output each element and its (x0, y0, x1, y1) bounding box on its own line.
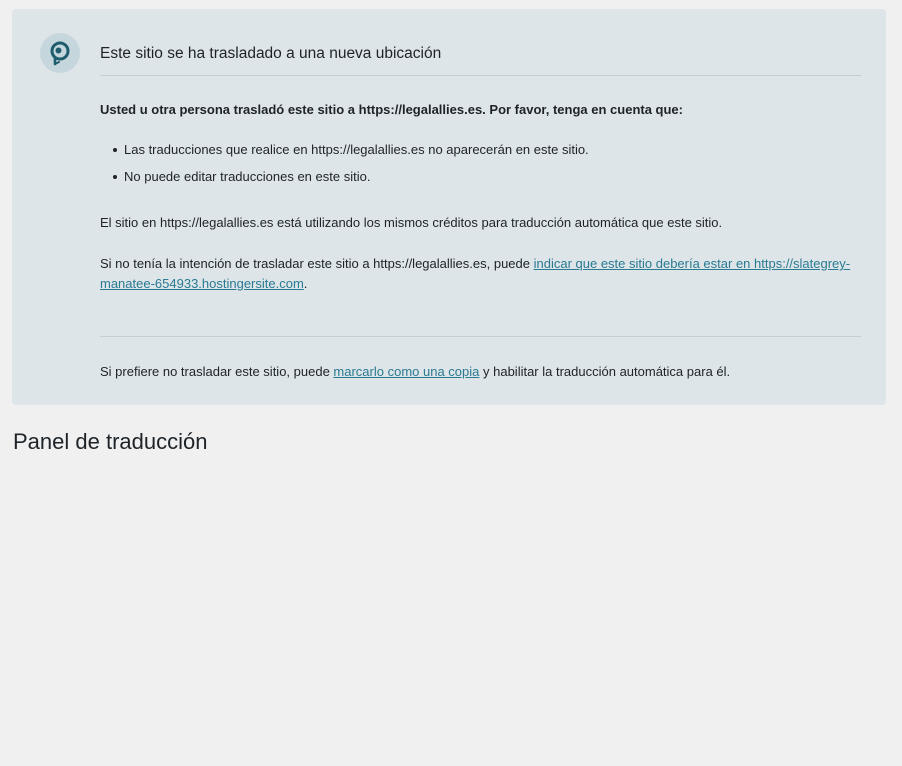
notice-title: Este sitio se ha trasladado a una nueva … (100, 9, 861, 76)
copy-suffix: y habilitar la traducción automática par… (479, 364, 731, 379)
notice-divider (100, 336, 861, 337)
intent-prefix: Si no tenía la intención de trasladar es… (100, 256, 534, 271)
notice-credits-text: El sitio en https://legalallies.es está … (100, 215, 723, 230)
site-moved-notice: Este sitio se ha trasladado a una nueva … (12, 9, 886, 405)
notice-content: Este sitio se ha trasladado a una nueva … (100, 9, 861, 379)
notice-bullet-item: No puede editar traducciones en este sit… (113, 168, 589, 186)
notice-bullet-list: Las traducciones que realice en https://… (100, 141, 589, 195)
intent-suffix: . (303, 276, 308, 291)
mark-as-copy-link[interactable]: marcarlo como una copia (333, 364, 479, 379)
notice-copy-text: Si prefiere no trasladar este sitio, pue… (100, 363, 730, 381)
wpml-logo-icon-graphic (50, 41, 70, 66)
notice-intro: Usted u otra persona trasladó este sitio… (100, 102, 683, 117)
notice-intent-text: Si no tenía la intención de trasladar es… (100, 254, 860, 294)
copy-prefix: Si prefiere no trasladar este sitio, pue… (100, 364, 334, 379)
page-title: Panel de traducción (13, 429, 208, 454)
notice-bullet-item: Las traducciones que realice en https://… (113, 142, 589, 157)
wpml-logo-icon (40, 33, 80, 73)
